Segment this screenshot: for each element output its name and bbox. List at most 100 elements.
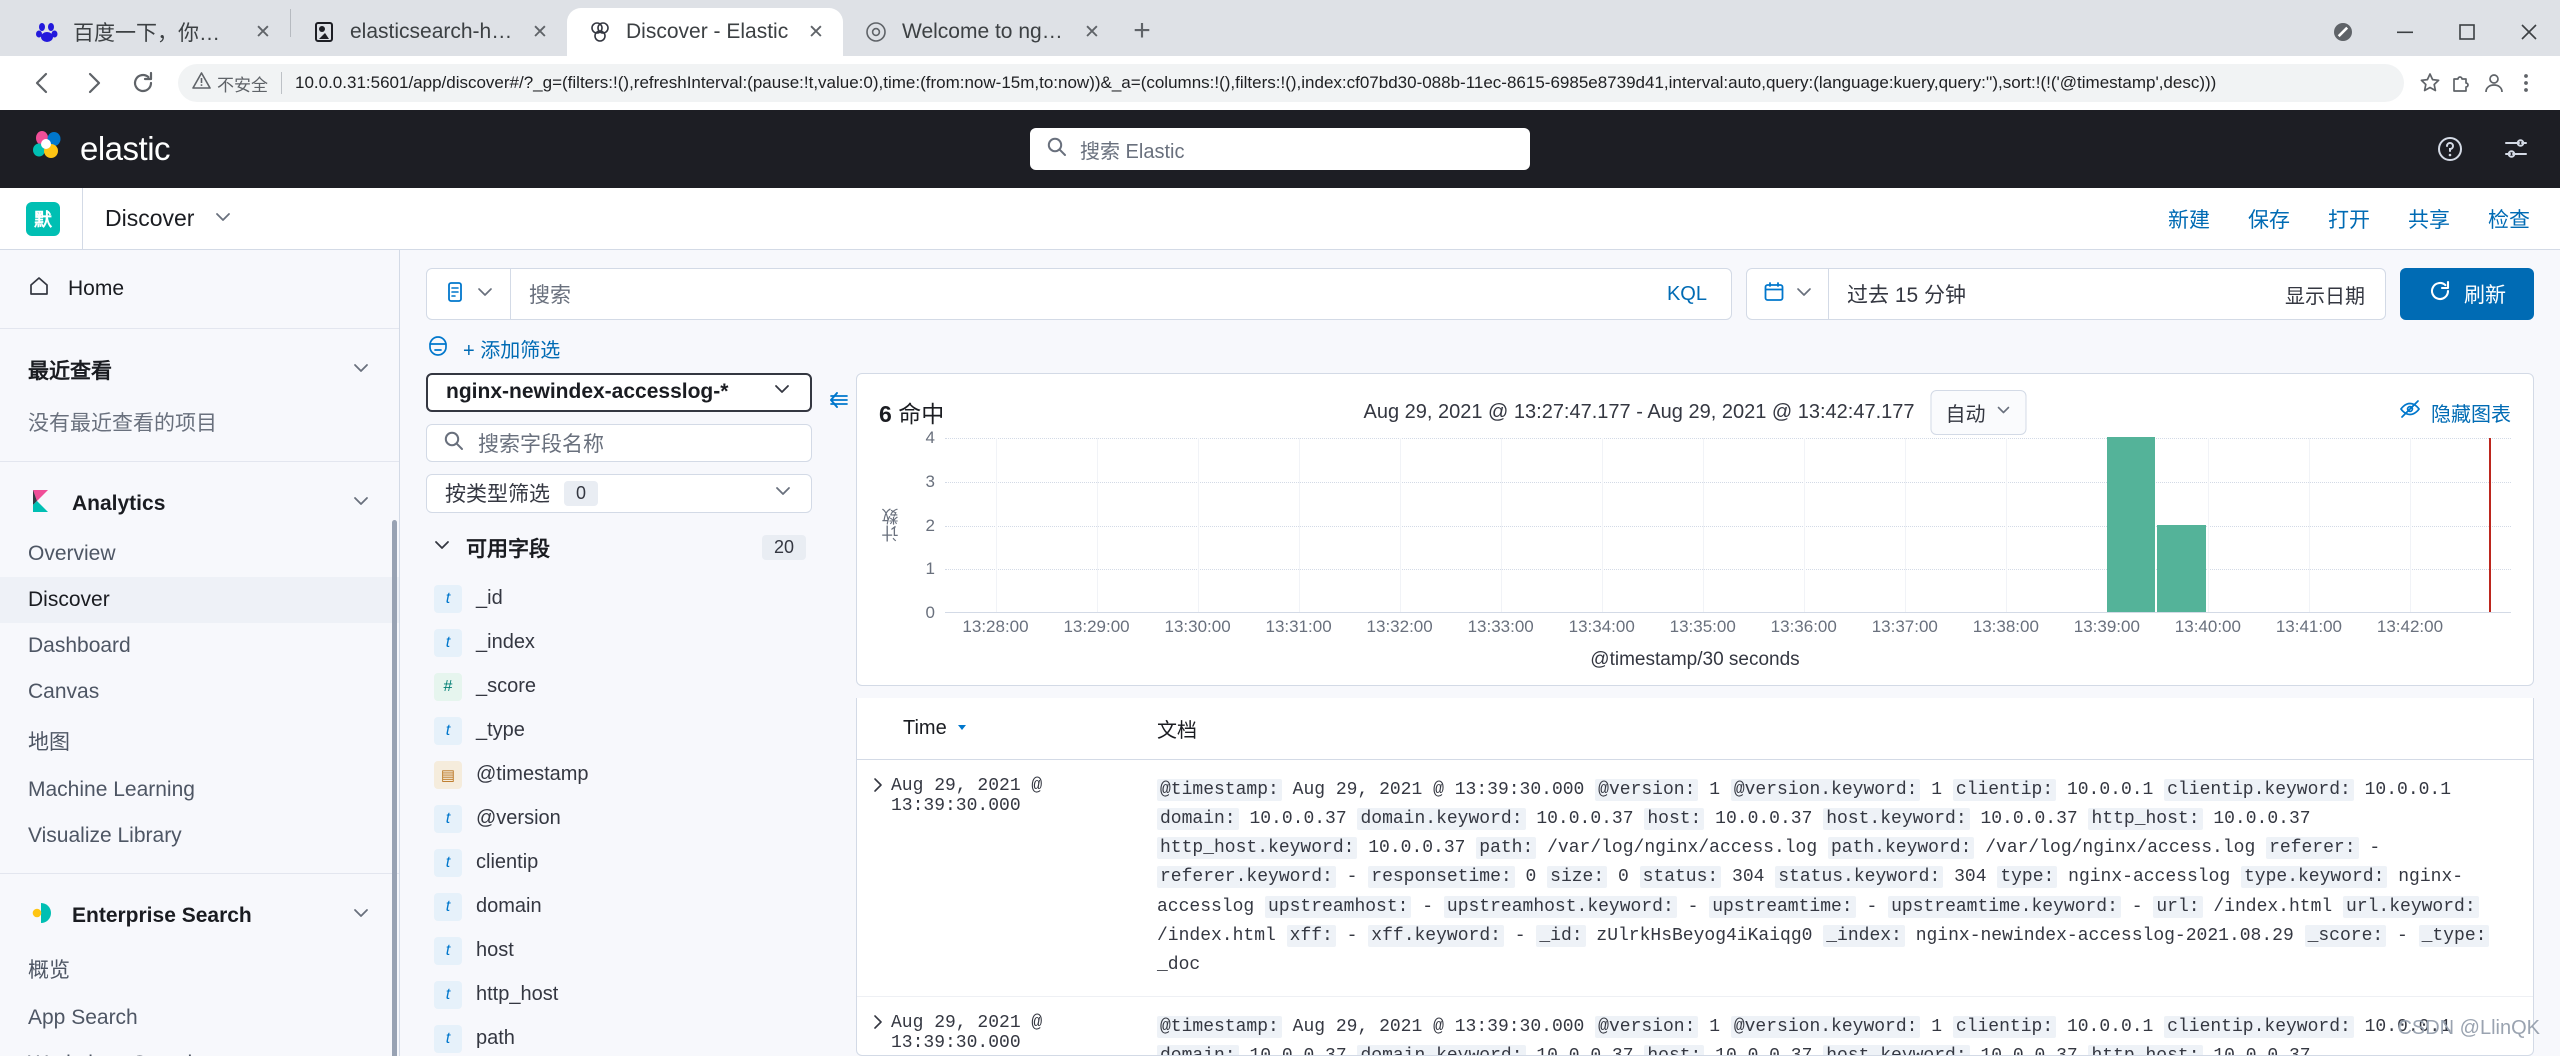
- chevron-down-icon[interactable]: [476, 283, 494, 306]
- sidebar-item-maps[interactable]: 地图: [0, 715, 399, 767]
- analytics-group-header[interactable]: Analytics: [0, 476, 399, 531]
- x-tick-label: 13:29:00: [1063, 617, 1130, 636]
- sidebar-scrollbar[interactable]: [392, 520, 397, 1056]
- reload-button[interactable]: [118, 58, 168, 108]
- sidebar-item-home[interactable]: Home: [0, 264, 399, 314]
- inspect-button[interactable]: 检查: [2488, 204, 2530, 234]
- new-button[interactable]: 新建: [2168, 204, 2210, 234]
- sidebar-item-overview[interactable]: Overview: [0, 531, 399, 577]
- y-tick-label: 2: [925, 515, 935, 535]
- search-input[interactable]: 搜索: [511, 279, 1643, 309]
- field-item-httphost[interactable]: t http_host: [426, 973, 812, 1017]
- close-icon[interactable]: ✕: [527, 19, 553, 45]
- filter-icon[interactable]: [426, 334, 450, 363]
- star-icon[interactable]: [2414, 67, 2446, 99]
- histogram-bar[interactable]: [2106, 437, 2156, 612]
- time-picker[interactable]: 过去 15 分钟 显示日期: [1746, 268, 2386, 320]
- extension-blocked-icon[interactable]: [2312, 10, 2374, 54]
- chevron-down-icon[interactable]: [351, 903, 371, 928]
- global-search-input[interactable]: 搜索 Elastic: [1030, 128, 1530, 170]
- close-icon[interactable]: ✕: [1079, 19, 1105, 45]
- field-type-filter[interactable]: 按类型筛选 0: [426, 474, 812, 513]
- column-header-time[interactable]: Time: [857, 714, 1157, 743]
- sidebar-item-discover[interactable]: Discover: [0, 577, 399, 623]
- minimize-icon[interactable]: [2374, 10, 2436, 54]
- help-icon[interactable]: [2432, 131, 2468, 167]
- kql-toggle[interactable]: KQL: [1643, 283, 1731, 306]
- expand-row-icon[interactable]: [857, 1013, 891, 1055]
- elastic-logo[interactable]: elastic: [30, 129, 171, 170]
- chevron-down-icon[interactable]: [773, 481, 793, 506]
- sidebar-item-visualize-library[interactable]: Visualize Library: [0, 813, 399, 859]
- forward-button[interactable]: [68, 58, 118, 108]
- interval-selector[interactable]: 自动: [1930, 389, 2027, 435]
- browser-tab-discover-elastic[interactable]: Discover - Elastic ✕: [567, 8, 843, 56]
- field-item-host[interactable]: t host: [426, 929, 812, 973]
- puzzle-icon[interactable]: [2446, 67, 2478, 99]
- chevron-down-icon[interactable]: [772, 379, 792, 405]
- recently-viewed-header[interactable]: 最近查看: [0, 343, 399, 397]
- add-filter-button[interactable]: + 添加筛选: [463, 334, 560, 363]
- space-badge[interactable]: 默: [26, 201, 60, 236]
- sidebar-item-es-overview[interactable]: 概览: [0, 943, 399, 995]
- table-row[interactable]: Aug 29, 2021 @ 13:39:30.000 @timestamp: A…: [857, 997, 2533, 1055]
- field-item-id[interactable]: t _id: [426, 577, 812, 621]
- security-warning[interactable]: 不安全: [192, 71, 268, 96]
- time-picker-quick-menu[interactable]: [1747, 280, 1828, 309]
- user-icon[interactable]: [2478, 67, 2510, 99]
- field-item-domain[interactable]: t domain: [426, 885, 812, 929]
- sidebar-item-canvas[interactable]: Canvas: [0, 669, 399, 715]
- hide-chart-button[interactable]: 隐藏图表: [2399, 398, 2511, 427]
- collapse-left-icon[interactable]: [826, 373, 856, 1056]
- field-item-path[interactable]: t path: [426, 1017, 812, 1056]
- open-button[interactable]: 打开: [2328, 204, 2370, 234]
- close-icon[interactable]: ✕: [250, 19, 276, 45]
- field-item-type[interactable]: t _type: [426, 709, 812, 753]
- dataset-selector[interactable]: [427, 280, 510, 309]
- histogram-bar[interactable]: [2157, 524, 2206, 612]
- expand-row-icon[interactable]: [857, 776, 891, 980]
- sidebar-item-machine-learning[interactable]: Machine Learning: [0, 767, 399, 813]
- field-item-clientip[interactable]: t clientip: [426, 841, 812, 885]
- type-filter-count: 0: [564, 480, 599, 506]
- share-button[interactable]: 共享: [2408, 204, 2450, 234]
- new-tab-button[interactable]: +: [1119, 8, 1165, 54]
- show-dates-button[interactable]: 显示日期: [2265, 280, 2385, 309]
- sidebar-item-dashboard[interactable]: Dashboard: [0, 623, 399, 669]
- query-bar[interactable]: 搜索 KQL: [426, 268, 1732, 320]
- eye-closed-icon: [2399, 398, 2421, 426]
- settings-icon[interactable]: [2498, 131, 2534, 167]
- chevron-down-icon[interactable]: [351, 491, 371, 516]
- window-close-icon[interactable]: [2498, 10, 2560, 54]
- maximize-icon[interactable]: [2436, 10, 2498, 54]
- field-search-input[interactable]: 搜索字段名称: [426, 423, 812, 463]
- chevron-down-icon[interactable]: [351, 358, 371, 383]
- save-button[interactable]: 保存: [2248, 204, 2290, 234]
- browser-tab-elasticsearch-head[interactable]: elasticsearch-head ✕: [291, 8, 567, 56]
- chevron-down-icon[interactable]: [214, 208, 232, 226]
- kebab-menu-icon[interactable]: [2510, 67, 2542, 99]
- enterprise-search-group-header[interactable]: Enterprise Search: [0, 888, 399, 943]
- plot-area[interactable]: [945, 437, 2511, 613]
- field-item-version[interactable]: t @version: [426, 797, 812, 841]
- field-item-timestamp[interactable]: ▤ @timestamp: [426, 753, 812, 797]
- sidebar-item-workplace-search[interactable]: Workplace Search: [0, 1041, 399, 1056]
- close-icon[interactable]: ✕: [803, 19, 829, 45]
- chevron-down-icon[interactable]: [1795, 283, 1813, 306]
- url-input[interactable]: 不安全 10.0.0.31:5601/app/discover#/?_g=(fi…: [178, 64, 2404, 102]
- back-button[interactable]: [18, 58, 68, 108]
- field-item-score[interactable]: # _score: [426, 665, 812, 709]
- tab-title: Discover - Elastic: [626, 20, 789, 43]
- browser-tab-nginx[interactable]: Welcome to nginx! ✕: [843, 8, 1119, 56]
- sidebar-item-app-search[interactable]: App Search: [0, 995, 399, 1041]
- browser-tab-baidu[interactable]: 百度一下，你就知道 ✕: [14, 8, 290, 56]
- field-item-index[interactable]: t _index: [426, 621, 812, 665]
- page-title[interactable]: Discover: [105, 205, 232, 232]
- available-fields-header[interactable]: 可用字段 20: [426, 513, 812, 577]
- sort-desc-icon[interactable]: [955, 717, 969, 740]
- time-range-value[interactable]: 过去 15 分钟: [1829, 279, 2265, 309]
- index-pattern-selector[interactable]: nginx-newindex-accesslog-*: [426, 373, 812, 412]
- table-row[interactable]: Aug 29, 2021 @ 13:39:30.000 @timestamp: A…: [857, 760, 2533, 998]
- chevron-down-icon[interactable]: [432, 535, 452, 561]
- refresh-button[interactable]: 刷新: [2400, 268, 2534, 320]
